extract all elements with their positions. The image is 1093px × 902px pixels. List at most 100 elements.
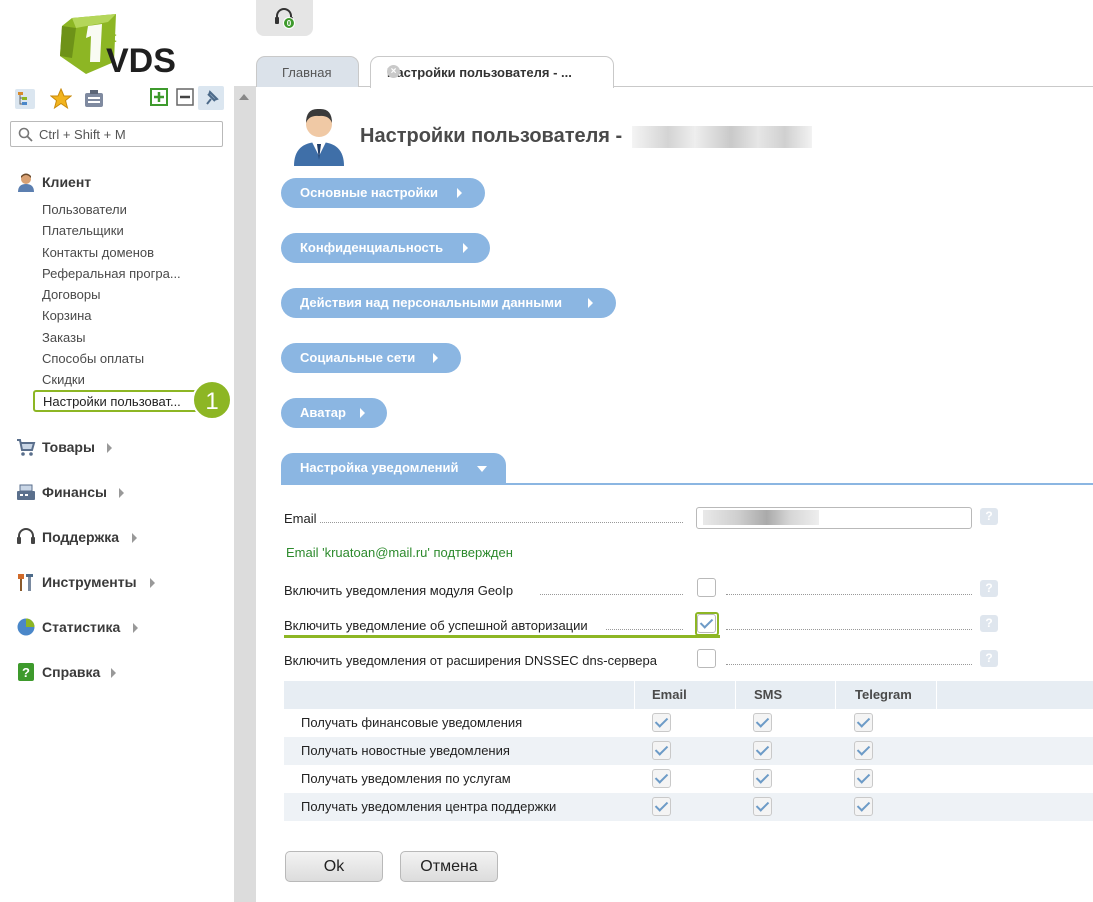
table-row: Получать уведомления по услугам [284, 765, 1093, 793]
section-label: Социальные сети [300, 350, 416, 365]
column-divider [936, 681, 937, 709]
section-main-settings[interactable]: Основные настройки [281, 178, 485, 208]
section-label: Действия над персональными данными [300, 295, 562, 310]
expand-all-icon[interactable] [150, 88, 170, 108]
section-avatar[interactable]: Аватар [281, 398, 387, 428]
sidebar-section-label: Финансы [42, 484, 107, 500]
svg-text:?: ? [22, 665, 30, 680]
email-checkbox[interactable] [652, 741, 671, 760]
telegram-checkbox[interactable] [854, 741, 873, 760]
chevron-right-icon [457, 188, 462, 198]
sidebar-item-users[interactable]: Пользователи [42, 202, 127, 217]
sms-checkbox[interactable] [753, 741, 772, 760]
email-checkbox[interactable] [652, 769, 671, 788]
email-checkbox[interactable] [652, 713, 671, 732]
tab-user-settings[interactable]: Настройки пользователя - ... × [370, 56, 614, 88]
clipboard-icon[interactable] [83, 88, 103, 108]
ok-button[interactable]: Ok [285, 851, 383, 882]
user-avatar-icon [288, 104, 350, 169]
section-notifications[interactable]: Настройка уведомлений [281, 453, 506, 485]
table-header: Email SMS Telegram [284, 681, 1093, 709]
help-icon[interactable]: ? [980, 650, 998, 667]
dotted-leader [606, 629, 683, 630]
chevron-down-icon [477, 466, 487, 472]
column-divider [735, 681, 736, 709]
sidebar-item-contracts[interactable]: Договоры [42, 287, 100, 302]
chevron-right-icon [111, 668, 116, 678]
sidebar-item-user-settings[interactable]: Настройки пользоват... [33, 390, 198, 412]
chevron-right-icon [119, 488, 124, 498]
sidebar-item-domain-contacts[interactable]: Контакты доменов [42, 245, 154, 260]
section-label: Конфиденциальность [300, 240, 444, 255]
sidebar-section-label: Поддержка [42, 529, 120, 545]
cash-register-icon [16, 482, 36, 502]
auth-checkbox[interactable] [697, 614, 716, 633]
highlight-underline [284, 635, 720, 638]
tab-label: Настройки пользователя - ... [387, 65, 572, 80]
sidebar-section-label: Статистика [42, 619, 121, 635]
column-divider [835, 681, 836, 709]
sidebar-item-referral[interactable]: Реферальная програ... [42, 266, 181, 281]
section-underline [281, 483, 1093, 485]
sms-checkbox[interactable] [753, 769, 772, 788]
headset-notification-icon: 0 [275, 8, 295, 29]
star-icon[interactable] [49, 87, 73, 110]
section-privacy[interactable]: Конфиденциальность [281, 233, 490, 263]
sidebar-section-label: Инструменты [42, 574, 137, 590]
support-button[interactable]: 0 [256, 0, 313, 36]
tab-close-icon[interactable]: × [387, 65, 400, 78]
sms-checkbox[interactable] [753, 713, 772, 732]
menu-search[interactable] [10, 121, 223, 147]
sidebar-item-orders[interactable]: Заказы [42, 330, 85, 345]
sidebar-item-cart[interactable]: Корзина [42, 308, 92, 323]
chevron-right-icon [133, 623, 138, 633]
pin-icon[interactable] [198, 86, 224, 110]
telegram-checkbox[interactable] [854, 713, 873, 732]
help-icon[interactable]: ? [980, 580, 998, 597]
dotted-leader [540, 594, 683, 595]
sidebar-item-discounts[interactable]: Скидки [42, 372, 85, 387]
cancel-button[interactable]: Отмена [400, 851, 498, 882]
column-email: Email [652, 687, 687, 702]
sidebar-item-payment-methods[interactable]: Способы оплаты [42, 351, 144, 366]
email-checkbox[interactable] [652, 797, 671, 816]
sidebar-section-label: Клиент [42, 174, 92, 190]
chevron-right-icon [107, 443, 112, 453]
sidebar-item-payers[interactable]: Плательщики [42, 223, 124, 238]
section-label: Аватар [300, 405, 346, 420]
firstvds-logo[interactable]: st VDS [58, 12, 180, 82]
table-row: Получать финансовые уведомления [284, 709, 1093, 737]
tree-view-icon[interactable] [14, 88, 35, 109]
telegram-checkbox[interactable] [854, 769, 873, 788]
row-label: Получать новостные уведомления [301, 743, 510, 758]
section-social[interactable]: Социальные сети [281, 343, 461, 373]
page-title: Настройки пользователя - [360, 125, 623, 147]
row-label: Получать уведомления по услугам [301, 771, 511, 786]
chevron-right-icon [132, 533, 137, 543]
help-icon[interactable]: ? [980, 615, 998, 632]
search-input[interactable] [39, 125, 214, 143]
tab-home[interactable]: Главная [256, 56, 359, 87]
client-icon [16, 172, 36, 192]
sidebar-section-label: Товары [42, 439, 95, 455]
sidebar-section-label: Справка [42, 664, 101, 680]
section-label: Основные настройки [300, 185, 438, 200]
dotted-leader [726, 629, 972, 630]
section-personal-data[interactable]: Действия над персональными данными [281, 288, 616, 318]
headset-icon [16, 527, 36, 547]
dnssec-checkbox[interactable] [697, 649, 716, 668]
dnssec-label: Включить уведомления от расширения DNSSE… [284, 653, 659, 668]
help-icon[interactable]: ? [980, 508, 998, 525]
dotted-leader [320, 522, 683, 523]
geoip-checkbox[interactable] [697, 578, 716, 597]
sidebar-scrollbar[interactable] [234, 86, 256, 902]
scroll-up-arrow-icon[interactable] [239, 94, 249, 100]
chevron-right-icon [150, 578, 155, 588]
telegram-checkbox[interactable] [854, 797, 873, 816]
chevron-right-icon [433, 353, 438, 363]
sms-checkbox[interactable] [753, 797, 772, 816]
collapse-all-icon[interactable] [176, 88, 196, 108]
table-row: Получать уведомления центра поддержки [284, 793, 1093, 821]
dotted-leader [726, 594, 972, 595]
table-row: Получать новостные уведомления [284, 737, 1093, 765]
